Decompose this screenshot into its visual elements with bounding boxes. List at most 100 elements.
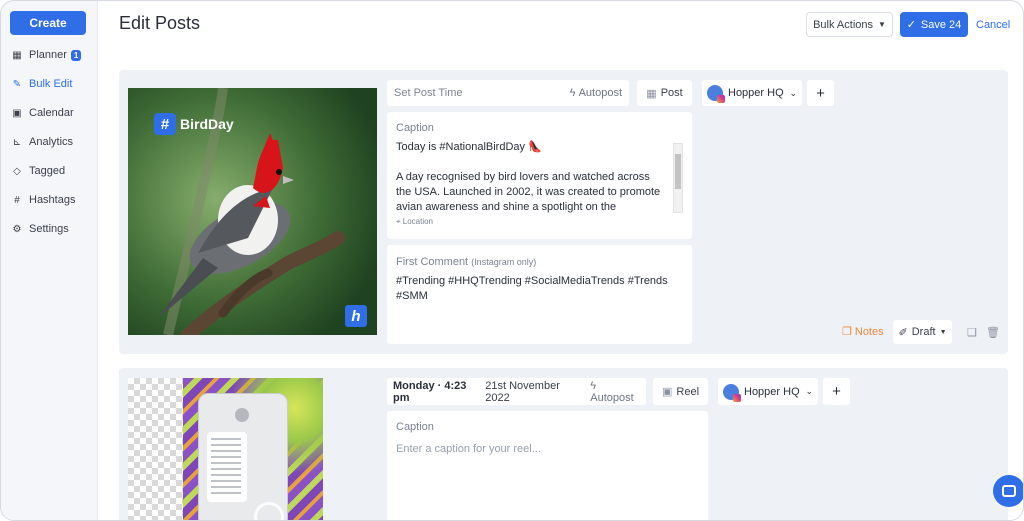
sidebar: Create ▦ Planner 1 ✎ Bulk Edit ▣ Calenda… xyxy=(1,1,98,520)
post-time-placeholder: Set Post Time xyxy=(394,87,463,99)
caption-label: Caption xyxy=(396,122,434,134)
lightning-icon: ϟ xyxy=(569,87,576,99)
caption-scrollbar[interactable] xyxy=(673,143,683,213)
autopost-label: Autopost xyxy=(590,391,634,404)
calendar-icon: ▣ xyxy=(12,107,22,119)
gear-icon: ⚙ xyxy=(12,223,22,235)
notes-button[interactable]: ❐ Notes xyxy=(842,325,884,339)
duplicate-icon[interactable]: ❏ xyxy=(967,326,977,339)
sidebar-item-tagged[interactable]: ◇ Tagged xyxy=(11,162,65,180)
first-comment-text[interactable]: #Trending #HHQTrending #SocialMediaTrend… xyxy=(396,274,683,304)
notes-icon: ❐ xyxy=(842,326,852,338)
caption-editor[interactable]: Caption Today is #NationalBirdDay 👠 A da… xyxy=(387,112,692,239)
account-selector[interactable]: Hopper HQ ⌄ xyxy=(718,378,818,405)
hashtag-icon: # xyxy=(154,113,176,135)
sidebar-item-label: Calendar xyxy=(29,107,74,119)
hashtag-icon: # xyxy=(14,194,20,206)
account-name: Hopper HQ xyxy=(728,87,784,99)
sidebar-item-analytics[interactable]: ⊾ Analytics xyxy=(11,133,73,151)
autopost-label: Autopost xyxy=(578,87,622,99)
sidebar-item-hashtags[interactable]: # Hashtags xyxy=(11,191,75,209)
chevron-down-icon: ⌄ xyxy=(805,386,813,396)
account-selector[interactable]: Hopper HQ ⌄ xyxy=(702,80,802,106)
sidebar-item-label: Settings xyxy=(29,223,69,235)
phone-mockup xyxy=(198,393,288,520)
post-time-field[interactable]: Monday · 4:23 pm 21st November 2022 ϟ Au… xyxy=(387,378,646,405)
caption-input[interactable]: Enter a caption for your reel... xyxy=(396,443,699,455)
caption-label: Caption xyxy=(396,421,434,433)
reel-icon: ▣ xyxy=(661,386,673,398)
edit-icon: ✎ xyxy=(12,78,22,90)
hopper-logo-icon: h xyxy=(345,305,367,327)
chart-icon: ⊾ xyxy=(12,136,22,148)
post-day-time: Monday · 4:23 pm xyxy=(393,379,467,404)
post-card: # BirdDay h Set Post Time ϟ Autopost ▦ P… xyxy=(119,70,1008,354)
plus-icon: + xyxy=(816,84,825,102)
sidebar-item-label: Hashtags xyxy=(29,194,76,206)
location-pin-icon: ⌖ xyxy=(396,217,401,226)
reel-type-label: Reel xyxy=(676,385,700,398)
sidebar-item-label: Bulk Edit xyxy=(29,78,73,90)
plus-icon: + xyxy=(832,383,841,400)
create-button[interactable]: Create xyxy=(10,11,86,35)
reel-thumbnail[interactable] xyxy=(183,378,323,520)
account-name: Hopper HQ xyxy=(744,385,800,398)
post-image[interactable]: # BirdDay h xyxy=(128,88,377,335)
save-label: Save 24 xyxy=(920,18,962,31)
account-avatar xyxy=(707,85,725,103)
status-dropdown[interactable]: ✐ Draft ▼ xyxy=(893,320,952,344)
grid-icon: ▦ xyxy=(12,49,22,61)
notes-label: Notes xyxy=(854,325,884,338)
location-button[interactable]: ⌖ Location xyxy=(396,217,433,227)
message-bubble xyxy=(207,432,247,502)
check-icon: ✓ xyxy=(906,19,916,31)
post-time-field[interactable]: Set Post Time ϟ Autopost xyxy=(387,80,629,106)
add-account-button[interactable]: + xyxy=(807,80,834,106)
magic-wand-icon: ✐ xyxy=(898,326,908,339)
caption-line-1: Today is #NationalBirdDay 👠 xyxy=(396,141,542,153)
caption-body: A day recognised by bird lovers and watc… xyxy=(396,171,661,213)
chat-support-button[interactable] xyxy=(993,475,1023,507)
play-icon xyxy=(254,502,284,520)
scrollbar-thumb[interactable] xyxy=(675,154,681,189)
add-account-button[interactable]: + xyxy=(823,378,850,405)
tag-icon: ◇ xyxy=(13,165,21,177)
avatar xyxy=(235,408,249,422)
sidebar-item-bulk-edit[interactable]: ✎ Bulk Edit xyxy=(11,75,73,93)
app-window: Create ▦ Planner 1 ✎ Bulk Edit ▣ Calenda… xyxy=(0,0,1024,521)
sidebar-item-label: Tagged xyxy=(29,165,66,177)
page-title: Edit Posts xyxy=(119,13,201,33)
lightning-icon: ϟ xyxy=(590,379,597,392)
comment-label: First Comment xyxy=(396,256,469,268)
first-comment-editor[interactable]: First Comment (Instagram only) #Trending… xyxy=(387,245,692,344)
bulk-actions-button[interactable]: Bulk Actions ▼ xyxy=(806,12,893,37)
caption-editor[interactable]: Caption Enter a caption for your reel... xyxy=(387,411,708,520)
chat-icon xyxy=(1002,485,1016,497)
account-avatar xyxy=(723,383,741,402)
caret-down-icon: ▼ xyxy=(878,20,886,29)
sidebar-item-label: Planner xyxy=(29,49,67,61)
bulk-actions-label: Bulk Actions xyxy=(813,18,873,31)
sidebar-item-label: Analytics xyxy=(29,136,74,148)
caption-text[interactable]: Today is #NationalBirdDay 👠 A day recogn… xyxy=(396,140,661,215)
reel-type-button[interactable]: ▣ Reel xyxy=(653,378,708,405)
chevron-down-icon: ⌄ xyxy=(789,87,797,98)
cancel-link[interactable]: Cancel xyxy=(976,19,1010,31)
first-comment-label: First Comment (Instagram only) xyxy=(396,256,683,268)
post-date: 21st November 2022 xyxy=(485,379,560,404)
autopost-toggle[interactable]: ϟ Autopost xyxy=(590,380,640,404)
caret-down-icon: ▼ xyxy=(939,328,947,336)
comment-sublabel: (Instagram only) xyxy=(471,257,537,267)
grid-icon: ▦ xyxy=(646,87,657,100)
status-label: Draft xyxy=(911,326,936,338)
sidebar-item-calendar[interactable]: ▣ Calendar xyxy=(11,104,74,122)
trash-icon[interactable]: 🗑 xyxy=(986,326,1000,339)
save-button[interactable]: ✓ Save 24 xyxy=(900,12,968,37)
image-tag-text: BirdDay xyxy=(180,116,234,132)
autopost-toggle[interactable]: ϟ Autopost xyxy=(570,87,622,99)
post-type-button[interactable]: ▦ Post xyxy=(637,80,692,106)
post-type-label: Post xyxy=(660,87,683,99)
post-card: Monday · 4:23 pm 21st November 2022 ϟ Au… xyxy=(119,368,1008,520)
sidebar-item-planner[interactable]: ▦ Planner 1 xyxy=(11,46,82,64)
sidebar-item-settings[interactable]: ⚙ Settings xyxy=(11,220,69,238)
